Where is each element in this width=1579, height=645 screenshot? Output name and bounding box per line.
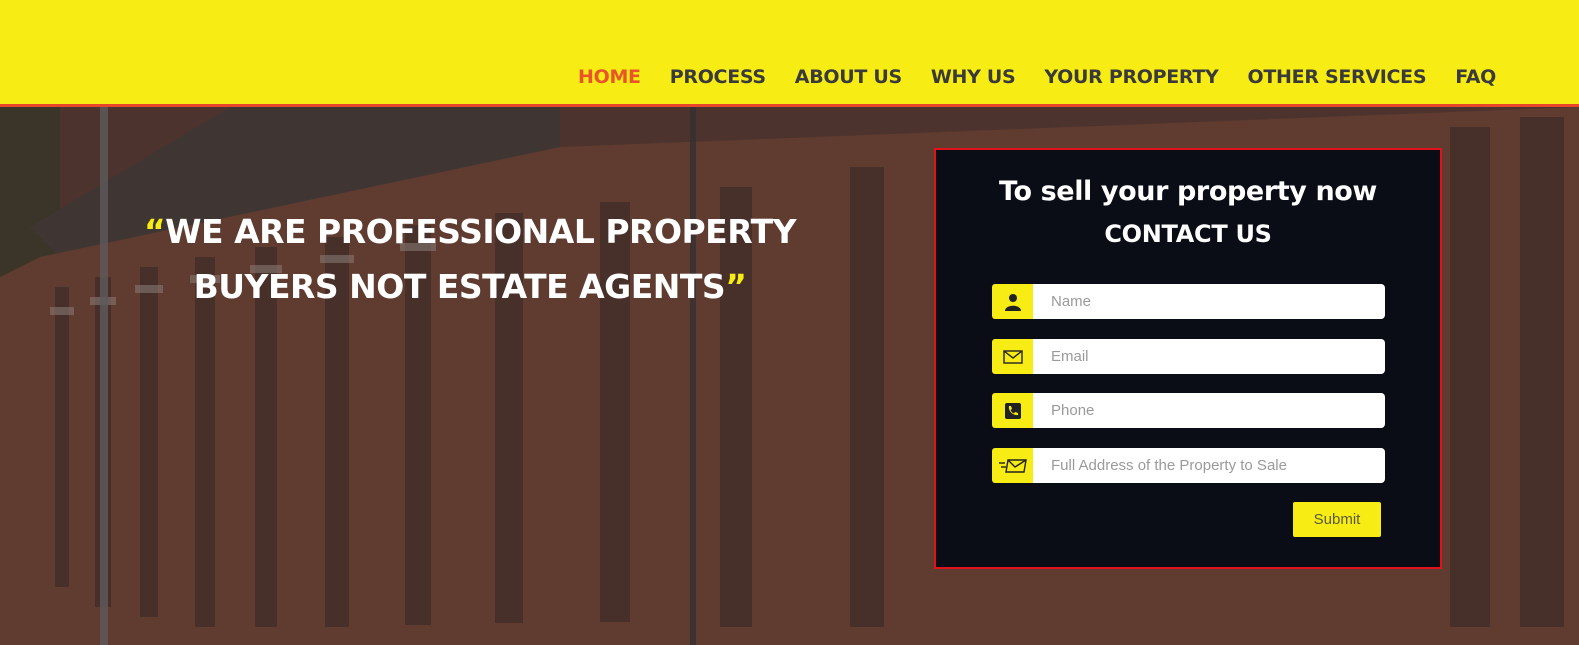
tagline-line-1: WE ARE PROFESSIONAL PROPERTY bbox=[165, 212, 797, 251]
nav-item-about-us[interactable]: ABOUT US bbox=[795, 64, 902, 90]
address-field bbox=[992, 448, 1385, 483]
open-quote: “ bbox=[143, 212, 166, 251]
close-quote: ” bbox=[725, 267, 747, 306]
address-input[interactable] bbox=[1033, 448, 1385, 483]
nav-item-home[interactable]: HOME bbox=[578, 64, 641, 90]
phone-input[interactable] bbox=[1033, 393, 1385, 428]
email-input[interactable] bbox=[1033, 339, 1385, 374]
user-icon bbox=[992, 284, 1033, 319]
form-subtitle: CONTACT US bbox=[1104, 220, 1272, 248]
email-field bbox=[992, 339, 1385, 374]
tagline-line-2: BUYERS NOT ESTATE AGENTS bbox=[193, 267, 726, 306]
nav-item-your-property[interactable]: YOUR PROPERTY bbox=[1044, 64, 1218, 90]
fast-mail-icon bbox=[992, 448, 1033, 483]
name-field bbox=[992, 284, 1385, 319]
form-title: To sell your property now bbox=[999, 176, 1377, 207]
name-input[interactable] bbox=[1033, 284, 1385, 319]
hero-tagline: “WE ARE PROFESSIONAL PROPERTY BUYERS NOT… bbox=[140, 204, 800, 314]
nav-item-why-us[interactable]: WHY US bbox=[931, 64, 1016, 90]
phone-field bbox=[992, 393, 1385, 428]
site-header: HOME PROCESS ABOUT US WHY US YOUR PROPER… bbox=[0, 0, 1579, 107]
nav-item-faq[interactable]: FAQ bbox=[1455, 64, 1496, 90]
submit-button[interactable]: Submit bbox=[1293, 502, 1381, 537]
main-nav: HOME PROCESS ABOUT US WHY US YOUR PROPER… bbox=[578, 64, 1525, 90]
envelope-icon bbox=[992, 339, 1033, 374]
nav-item-other-services[interactable]: OTHER SERVICES bbox=[1248, 64, 1427, 90]
contact-form-panel: To sell your property now CONTACT US Sub… bbox=[934, 148, 1442, 569]
phone-icon bbox=[992, 393, 1033, 428]
nav-item-process[interactable]: PROCESS bbox=[670, 64, 766, 90]
